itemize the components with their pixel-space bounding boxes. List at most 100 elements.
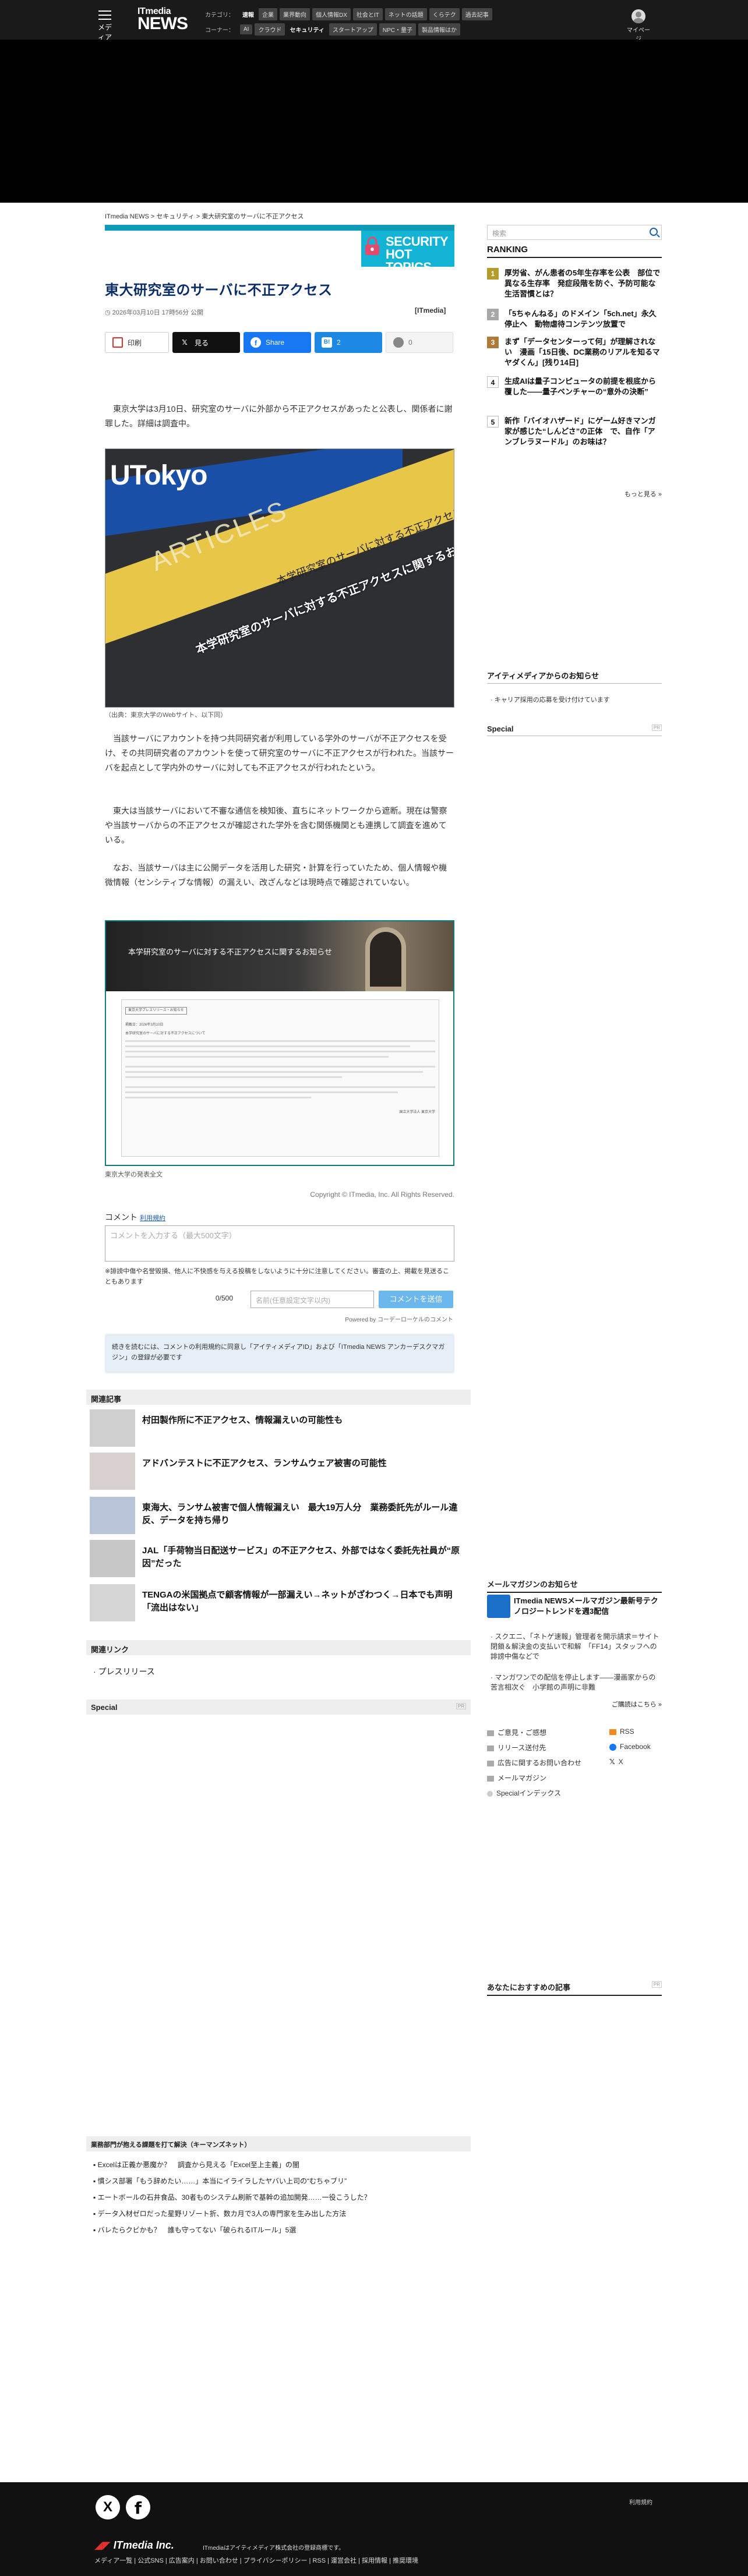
mailmag-link[interactable]: メールマガジン xyxy=(487,1773,546,1783)
banner-line2: HOT TOPICS xyxy=(386,247,432,267)
nav-category[interactable]: 過去記事 xyxy=(461,8,492,20)
comment-submit-button[interactable]: コメントを送信 xyxy=(379,1291,453,1308)
facebook-share-button[interactable]: f Share xyxy=(244,332,311,353)
press-release-link[interactable]: · プレスリリース xyxy=(93,1666,155,1677)
utokyo-article-image: UTokyo ARTICLES 本学研究室のサーバに対する不正アクセスに関するお… xyxy=(105,448,454,708)
related-article-item[interactable]: 村田製作所に不正アクセス、情報漏えいの可能性も xyxy=(90,1409,471,1447)
nav-corner[interactable]: AI xyxy=(240,24,253,34)
recommend-heading-text: あなたにおすすめの記事 xyxy=(487,1983,571,1992)
tanzaku-item[interactable]: ▪ バレたらクビかも？ 誰も守ってない「破られるITルール」5選 xyxy=(93,2225,296,2235)
mailmag-item[interactable]: · スクエニ、「ネトゲ速報」管理者を開示請求＝サイト閉鎖＆解決金の支払いで和解 … xyxy=(491,1632,662,1662)
ranking-item[interactable]: 3 まず「データセンターって何」が理解されない 漫画「15日後、DC業務のリアル… xyxy=(487,337,662,375)
related-article-item[interactable]: TENGAの米国拠点で顧客情報が一部漏えい→ネットがざわつく→日本でも声明「流出… xyxy=(90,1584,471,1621)
footer-trademark-note: ITmediaはアイティメディア株式会社の登録商標です。 xyxy=(203,2545,345,2552)
footer-terms-link[interactable]: 利用規約 xyxy=(629,2497,652,2506)
nav-category[interactable]: ネットの話題 xyxy=(384,8,427,20)
corner-nav: コーナー： AI クラウド セキュリティ スタートアップ NPC・量子 製品情報… xyxy=(205,23,460,36)
pr-badge: PR xyxy=(651,725,662,731)
tanzaku-title: 慣シス部署「もう辞めたい……」本当にイライラしたヤバい上司の“むちゃブリ” xyxy=(97,2177,347,2185)
mailmag-item-text: スクエニ、「ネトゲ速報」管理者を開示請求＝サイト閉鎖＆解決金の支払いで和解 「F… xyxy=(491,1632,659,1660)
ranking-item[interactable]: 5 新作「バイオハザード」にゲーム好きマンガ家が感じた“しんどさ”の正体 で、自… xyxy=(487,416,662,454)
comment-count-button[interactable]: 0 xyxy=(386,332,453,353)
mailmag-item[interactable]: · マンガワンでの配信を停止します――漫画家からの苦言相次ぐ 小学館の声明に非難 xyxy=(491,1673,662,1692)
terms-link[interactable]: 利用規約 xyxy=(140,1215,165,1222)
nav-category[interactable]: 速報 xyxy=(240,8,256,20)
search-input[interactable]: 検索 xyxy=(487,225,662,240)
special-index-link[interactable]: Specialインデックス xyxy=(487,1788,561,1798)
x-link[interactable]: 𝕏X xyxy=(609,1758,623,1766)
nav-corner[interactable]: スタートアップ xyxy=(329,23,377,36)
facebook-icon: f xyxy=(250,337,261,348)
tanzaku-item[interactable]: ▪ 慣シス部署「もう辞めたい……」本当にイライラしたヤバい上司の“むちゃブリ” xyxy=(93,2176,347,2186)
nav-corner[interactable]: クラウド xyxy=(255,23,285,36)
related-article-item[interactable]: 東海大、ランサム被害で個人情報漏えい 最大19万人分 業務委託先がルール違反、デ… xyxy=(90,1497,471,1534)
x-share-button[interactable]: 𝕏 見る xyxy=(172,332,240,353)
hatena-count: 2 xyxy=(337,338,341,347)
opinion-link[interactable]: ご意見・ご感想 xyxy=(487,1727,546,1737)
rss-link[interactable]: RSS xyxy=(609,1727,634,1736)
nav-corner[interactable]: NPC・量子 xyxy=(379,23,416,36)
facebook-link[interactable]: Facebook xyxy=(609,1743,651,1751)
related-article-item[interactable]: アドバンテストに不正アクセス、ランサムウェア被害の可能性 xyxy=(90,1453,471,1490)
related-title: TENGAの米国拠点で顧客情報が一部漏えい→ネットがざわつく→日本でも声明「流出… xyxy=(142,1590,453,1613)
info-item-text: キャリア採用の応募を受け付けています xyxy=(494,697,610,704)
comment-bubble-icon xyxy=(393,337,404,348)
nav-corner[interactable]: 製品情報はか xyxy=(418,23,460,36)
related-title: JAL「手荷物当日配送サービス」の不正アクセス、外部ではなく委託先社員が“原因”… xyxy=(142,1546,460,1568)
article-paragraph: 東大は当該サーバにおいて不審な通信を検知後、直ちにネットワークから遮断。現在は警… xyxy=(105,806,447,844)
ranking-item[interactable]: 1 厚労省、がん患者の5年生存率を公表 部位で異なる生存率 発症段階を防ぐ、予防… xyxy=(487,268,662,306)
category-label: カテゴリ： xyxy=(205,12,234,19)
search-icon[interactable] xyxy=(650,228,658,236)
nav-category[interactable]: 企業 xyxy=(259,8,277,20)
security-hot-topics-banner[interactable]: SECURITY HOT TOPICS xyxy=(105,225,454,267)
related-thumbnail xyxy=(90,1409,135,1447)
announcement-document: 東京大学プレスリリース・お知らせ 掲載日：2026年3月10日 本学研究室のサー… xyxy=(121,999,439,1157)
tanzaku-title: データ入材ゼロだった星野リゾート折、数カ月で3人の専門家を生み出した方法 xyxy=(97,2210,347,2218)
nav-corner-selected[interactable]: セキュリティ xyxy=(287,23,326,36)
tanzaku-item[interactable]: ▪ Excelは正義か悪魔か？ 調査から見える「Excel至上主義」の闇 xyxy=(93,2160,299,2169)
menu-button[interactable]: メディア xyxy=(96,10,114,42)
lock-icon xyxy=(365,236,379,255)
nav-category[interactable]: 個人情報DX xyxy=(312,8,351,20)
x-label: X xyxy=(618,1758,623,1766)
mailmag-subscribe-link[interactable]: ご購読はこちら » xyxy=(583,1699,662,1709)
recommend-heading: あなたにおすすめの記事 PR xyxy=(487,1981,662,1996)
nav-category[interactable]: くらテク xyxy=(429,8,460,20)
ad-inquiry-link[interactable]: 広告に関するお問い合わせ xyxy=(487,1758,581,1768)
x-share-label: 見る xyxy=(195,338,209,347)
footer-x-icon[interactable]: X xyxy=(96,2495,120,2520)
related-links-heading: 関連リンク xyxy=(86,1640,471,1655)
nav-category[interactable]: 業界動向 xyxy=(280,8,310,20)
hatena-bookmark-button[interactable]: B! 2 xyxy=(315,332,382,353)
article-title: 東大研究室のサーバに不正アクセス xyxy=(105,282,333,298)
print-button[interactable]: 印刷 xyxy=(105,332,169,353)
tanzaku-item[interactable]: ▪ エートボールの石井食品、30者ものシステム刷新で基幹の追加開発……一役こうし… xyxy=(93,2192,371,2202)
press-release-label: プレスリリース xyxy=(98,1667,155,1676)
footer-links[interactable]: メディア一覧 | 公式SNS | 広告案内 | お問い合わせ | プライバシーポ… xyxy=(94,2556,418,2565)
doc-sign: 国立大学法人 東京大学 xyxy=(399,1111,435,1114)
rank-number: 5 xyxy=(487,416,499,427)
comment-name-input[interactable]: 名前(任意設定文字以内) xyxy=(250,1291,374,1308)
article-date: ◷ 2026年03月10日 17時56分 公開 xyxy=(105,309,204,316)
ranking-more-link[interactable]: もっと見る » xyxy=(583,489,662,499)
doc-date: 掲載日：2026年3月10日 xyxy=(125,1023,164,1027)
article-paragraph: 東京大学は3月10日、研究室のサーバに外部から不正アクセスがあったと公表し、関係… xyxy=(105,404,453,428)
ranking-item[interactable]: 4 生成AIは量子コンピュータの前提を根底から覆した――量子ベンチャーの“意外の… xyxy=(487,376,662,415)
mailmag-title[interactable]: ITmedia NEWSメールマガジン最新号テクノロジートレンドを週3配信 xyxy=(514,1596,662,1617)
release-link[interactable]: リリース送付先 xyxy=(487,1743,546,1752)
search-placeholder: 検索 xyxy=(492,229,507,238)
related-article-item[interactable]: JAL「手荷物当日配送サービス」の不正アクセス、外部ではなく委託先社員が“原因”… xyxy=(90,1540,471,1577)
comment-textarea[interactable]: コメントを入力する（最大500文字） xyxy=(105,1225,454,1262)
site-logo[interactable]: ITmedia NEWS xyxy=(137,7,188,33)
footer-facebook-icon[interactable]: f xyxy=(126,2495,150,2520)
utokyo-announcement-image: 本学研究室のサーバに対する不正アクセスに関するお知らせ 東京大学プレスリリース・… xyxy=(105,920,454,1166)
special-index-label: Specialインデックス xyxy=(496,1789,561,1797)
nav-category[interactable]: 社会とIT xyxy=(352,8,383,20)
tanzaku-item[interactable]: ▪ データ入材ゼロだった星野リゾート折、数カ月で3人の専門家を生み出した方法 xyxy=(93,2208,346,2218)
hatena-icon: B! xyxy=(322,337,332,348)
breadcrumb[interactable]: ITmedia NEWS > セキュリティ > 東大研究室のサーバに不正アクセス xyxy=(105,211,304,221)
info-item[interactable]: · キャリア採用の応募を受け付けています xyxy=(491,695,610,704)
facebook-share-label: Share xyxy=(266,338,285,347)
mypage-link[interactable]: マイページ xyxy=(627,9,650,43)
facebook-label: Facebook xyxy=(620,1743,651,1751)
